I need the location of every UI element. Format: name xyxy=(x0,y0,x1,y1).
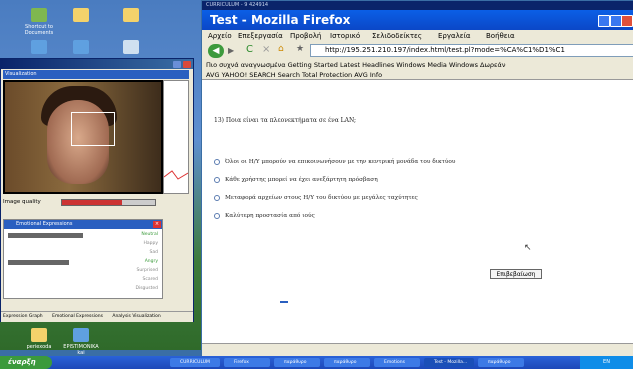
tab-expression-graph[interactable]: Expression Graph xyxy=(3,314,43,319)
back-button[interactable]: ◀ xyxy=(208,44,224,58)
minimize-button[interactable] xyxy=(173,61,181,68)
submit-button[interactable]: Επιβεβαίωση xyxy=(490,269,542,279)
emotion-bar xyxy=(8,260,69,265)
image-quality-bar xyxy=(61,199,156,206)
emotion-row-neutral: Neutral xyxy=(8,232,158,240)
emotion-row-sad: Sad xyxy=(8,250,158,258)
emotion-row-surprised: Surprised xyxy=(8,268,159,276)
menu-help[interactable]: Βοήθεια xyxy=(486,30,515,42)
window-titlebar xyxy=(1,59,193,69)
desktop-icon[interactable] xyxy=(62,6,100,42)
page-content: 13) Ποια είναι τα πλεονεκτήματα σε ένα L… xyxy=(202,81,633,343)
system-tray: EN xyxy=(580,356,633,369)
close-button[interactable] xyxy=(183,61,191,68)
emotion-row-angry: Angry xyxy=(8,259,158,267)
document-icon xyxy=(73,328,89,342)
taskbar-button[interactable]: Firefox xyxy=(224,358,270,367)
answer-label: Όλοι οι Η/Υ μπορούν να επικοινωνήσουν με… xyxy=(225,159,456,165)
home-icon[interactable]: ⌂ xyxy=(278,44,284,54)
expression-graph xyxy=(163,80,189,194)
close-button[interactable] xyxy=(621,15,633,27)
network-icon xyxy=(73,40,89,54)
menu-bar: Αρχείο Επεξεργασία Προβολή Ιστορικό Σελι… xyxy=(202,30,633,42)
background-window-strip: CURRICULUM - 9 424914 xyxy=(202,1,633,10)
taskbar-button[interactable]: παράθυρο xyxy=(478,358,524,367)
emotion-analysis-window: Visualization Image quality Emotional Ex… xyxy=(0,58,194,322)
radio-button[interactable] xyxy=(214,213,220,219)
taskbar-button[interactable]: παράθυρο xyxy=(324,358,370,367)
start-button[interactable]: έναρξη xyxy=(0,356,52,369)
answer-label: Μεταφορά αρχείων στους Η/Υ του δικτύου μ… xyxy=(225,195,418,201)
menu-history[interactable]: Ιστορικό xyxy=(330,30,360,42)
menu-view[interactable]: Προβολή xyxy=(290,30,321,42)
close-icon[interactable]: × xyxy=(153,221,161,228)
bookmark-star-icon[interactable]: ★ xyxy=(296,44,304,54)
taskbar-button[interactable]: Emotions xyxy=(374,358,420,367)
taskbar-button[interactable]: παράθυρο xyxy=(274,358,320,367)
graph-line xyxy=(163,170,189,180)
analysis-tabs: Expression Graph Emotional Expressions A… xyxy=(1,311,193,322)
url-bar[interactable]: http://195.251.210.197/index.html/test.p… xyxy=(310,44,633,57)
question-text: 13) Ποια είναι τα πλεονεκτήματα σε ένα L… xyxy=(214,117,357,124)
minimize-button[interactable] xyxy=(598,15,610,27)
emotion-label: Sad xyxy=(149,250,158,255)
firefox-titlebar: Test - Mozilla Firefox xyxy=(202,10,633,30)
menu-edit[interactable]: Επεξεργασία xyxy=(238,30,283,42)
answer-label: Κάθε χρήστης μπορεί να έχει ανεξάρτητη π… xyxy=(225,177,378,183)
visualization-header: Visualization xyxy=(3,70,189,79)
folder-icon xyxy=(31,328,47,342)
emotion-row-disgusted: Disgusted xyxy=(8,286,158,294)
avg-toolbar[interactable]: AVG YAHOO! SEARCH Search Total Protectio… xyxy=(202,70,633,80)
face-tracking-box xyxy=(71,112,115,146)
emotion-row-scared: Scared xyxy=(8,277,158,285)
emotions-header: Emotional Expressions xyxy=(4,220,162,229)
taskbar-button[interactable]: CURRICULUM xyxy=(170,358,220,367)
emotion-row-happy: Happy xyxy=(8,241,158,249)
document-icon xyxy=(123,40,139,54)
image-quality-label: Image quality xyxy=(3,199,41,205)
menu-bookmarks[interactable]: Σελιδοδείκτες xyxy=(372,30,422,42)
folder-icon xyxy=(123,8,139,22)
language-indicator[interactable]: EN xyxy=(603,359,610,365)
firefox-title: Test - Mozilla Firefox xyxy=(210,13,351,27)
menu-file[interactable]: Αρχείο xyxy=(208,30,232,42)
firefox-window: CURRICULUM - 9 424914 Test - Mozilla Fir… xyxy=(201,0,633,358)
taskbar-button-firefox[interactable]: Test - Mozilla... xyxy=(424,358,474,367)
graph-plot xyxy=(163,170,189,180)
computer-icon xyxy=(31,40,47,54)
emotional-expressions-panel: Emotional Expressions × Neutral Happy Sad A… xyxy=(3,219,163,299)
menu-tools[interactable]: Εργαλεία xyxy=(438,30,471,42)
radio-button[interactable] xyxy=(214,177,220,183)
navigation-toolbar: ◀ ▶ C × ⌂ ★ http://195.251.210.197/index… xyxy=(202,42,633,60)
forward-button[interactable]: ▶ xyxy=(228,46,234,55)
image-quality-fill xyxy=(62,200,123,205)
mouse-cursor-icon: ↖ xyxy=(524,243,532,253)
emotion-label: Happy xyxy=(143,241,158,246)
reload-icon[interactable]: C xyxy=(246,44,253,55)
text-cursor xyxy=(280,301,288,303)
radio-button[interactable] xyxy=(214,195,220,201)
emotion-label: Scared xyxy=(142,277,158,282)
webcam-video xyxy=(3,80,163,194)
desktop-icon[interactable] xyxy=(112,6,150,42)
emotion-bar xyxy=(8,233,83,238)
tab-emotional-expressions[interactable]: Emotional Expressions xyxy=(52,314,103,319)
answer-label: Καλύτερη προστασία από ιούς xyxy=(225,213,315,219)
emotion-label: Neutral xyxy=(141,232,158,237)
tab-analysis-visualization[interactable]: Analysis Visualization xyxy=(112,314,160,319)
emotion-label: Disgusted xyxy=(135,286,158,291)
folder-icon xyxy=(31,8,47,22)
desktop-icon[interactable]: Shortcut to Documents xyxy=(20,6,58,42)
emotion-label: Angry xyxy=(144,259,158,264)
bookmarks-toolbar[interactable]: Πιο συχνά αναγνωσμένα Getting Started La… xyxy=(202,60,633,70)
stop-icon[interactable]: × xyxy=(262,44,270,55)
emotion-label: Surprised xyxy=(136,268,159,273)
radio-button[interactable] xyxy=(214,159,220,165)
folder-icon xyxy=(73,8,89,22)
taskbar: έναρξη CURRICULUM Firefox παράθυρο παράθ… xyxy=(0,356,633,369)
